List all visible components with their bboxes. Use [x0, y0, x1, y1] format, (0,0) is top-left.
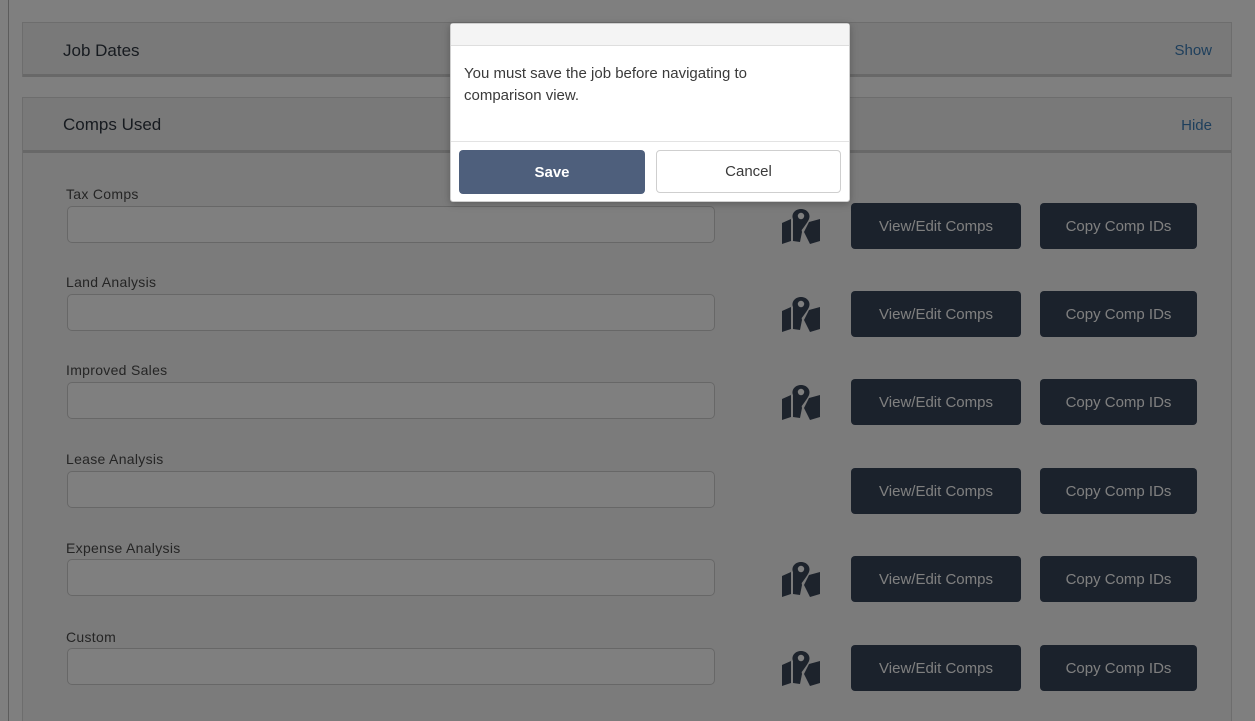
cancel-button[interactable]: Cancel [656, 150, 841, 193]
page: Job Dates Show Comps Used Hide Tax Comps… [0, 0, 1255, 721]
dialog-header [451, 24, 849, 46]
dialog-divider [451, 141, 849, 142]
save-button[interactable]: Save [459, 150, 645, 194]
dialog-message: You must save the job before navigating … [464, 65, 747, 104]
save-required-dialog: You must save the job before navigating … [450, 23, 850, 202]
